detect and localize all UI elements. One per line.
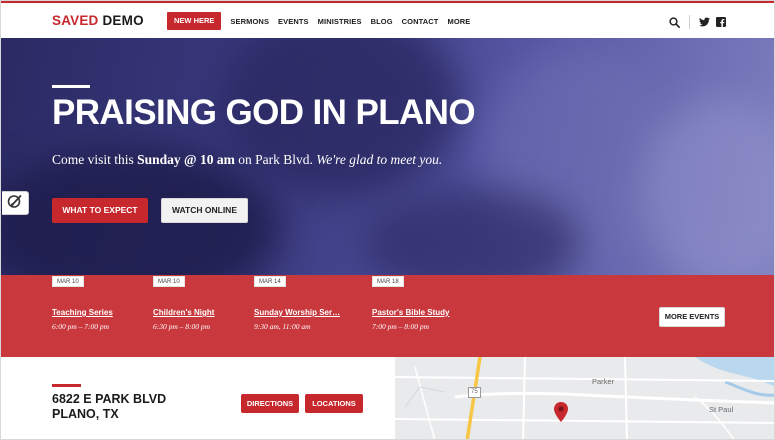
- customizer-tab[interactable]: [2, 191, 29, 215]
- logo-word-saved: SAVED: [52, 13, 99, 28]
- event-time: 6:00 pm – 7:00 pm: [52, 322, 110, 331]
- directions-button[interactable]: DIRECTIONS: [241, 394, 299, 413]
- event-time: 6:30 pm – 8:00 pm: [153, 322, 211, 331]
- event-title-link[interactable]: Children's Night: [153, 308, 214, 317]
- event-time: 9:30 am, 11:00 am: [254, 322, 311, 331]
- location-map[interactable]: Parker St Paul 75: [395, 357, 774, 439]
- nav-contact[interactable]: CONTACT: [402, 17, 439, 26]
- what-to-expect-button[interactable]: WHAT TO EXPECT: [52, 198, 148, 223]
- search-icon[interactable]: [669, 16, 680, 28]
- main-nav: NEW HERE SERMONS EVENTS MINISTRIES BLOG …: [167, 11, 479, 31]
- events-strip: MAR 10 Teaching Series 6:00 pm – 7:00 pm…: [1, 275, 774, 357]
- map-label-st-paul: St Paul: [709, 405, 734, 414]
- header-divider: [689, 15, 690, 29]
- event-title-link[interactable]: Sunday Worship Ser…: [254, 308, 340, 317]
- header-actions: [669, 14, 726, 30]
- hero-banner: PRAISING GOD IN PLANO Come visit this Su…: [1, 38, 774, 275]
- nav-ministries[interactable]: MINISTRIES: [318, 17, 362, 26]
- twitter-icon[interactable]: [699, 17, 710, 27]
- hero-accent-rule: [52, 85, 90, 88]
- map-highway-shield: 75: [468, 387, 481, 398]
- nav-events[interactable]: EVENTS: [278, 17, 309, 26]
- event-title-link[interactable]: Teaching Series: [52, 308, 113, 317]
- hero-subtitle-welcome: We're glad to meet you.: [316, 152, 443, 167]
- event-time: 7:00 pm – 8:00 pm: [372, 322, 430, 331]
- hero-subtitle-lead: Come visit this: [52, 152, 138, 167]
- location-panel: 6822 E PARK BLVD PLANO, TX DIRECTIONS LO…: [1, 357, 395, 439]
- paint-brush-icon: [7, 193, 23, 214]
- address-accent-rule: [52, 384, 81, 387]
- logo-word-demo: DEMO: [102, 13, 144, 28]
- nav-new-here-button[interactable]: NEW HERE: [167, 12, 222, 30]
- nav-blog[interactable]: BLOG: [371, 17, 393, 26]
- hero-subtitle-place: on Park Blvd.: [234, 152, 317, 167]
- map-label-parker: Parker: [592, 377, 615, 386]
- event-date-badge: MAR 14: [254, 276, 286, 287]
- nav-sermons[interactable]: SERMONS: [230, 17, 269, 26]
- event-title-link[interactable]: Pastor's Bible Study: [372, 308, 449, 317]
- site-logo[interactable]: SAVED DEMO: [52, 13, 144, 28]
- event-date-badge: MAR 18: [372, 276, 404, 287]
- event-date-badge: MAR 10: [153, 276, 185, 287]
- event-date-badge: MAR 10: [52, 276, 84, 287]
- hero-subtitle: Come visit this Sunday @ 10 am on Park B…: [52, 152, 442, 168]
- map-roads: [395, 357, 774, 439]
- hero-subtitle-time: Sunday @ 10 am: [137, 152, 235, 167]
- hero-title: PRAISING GOD IN PLANO: [52, 93, 476, 132]
- more-events-button[interactable]: MORE EVENTS: [659, 307, 725, 327]
- facebook-icon[interactable]: [716, 17, 726, 27]
- watch-online-button[interactable]: WATCH ONLINE: [161, 198, 248, 223]
- page-frame: SAVED DEMO NEW HERE SERMONS EVENTS MINIS…: [0, 0, 775, 440]
- site-header: SAVED DEMO NEW HERE SERMONS EVENTS MINIS…: [1, 1, 774, 38]
- locations-button[interactable]: LOCATIONS: [305, 394, 363, 413]
- address-city: PLANO, TX: [52, 407, 119, 421]
- address-street: 6822 E PARK BLVD: [52, 392, 167, 406]
- nav-more[interactable]: MORE: [447, 17, 470, 26]
- map-pin-icon[interactable]: [554, 402, 568, 427]
